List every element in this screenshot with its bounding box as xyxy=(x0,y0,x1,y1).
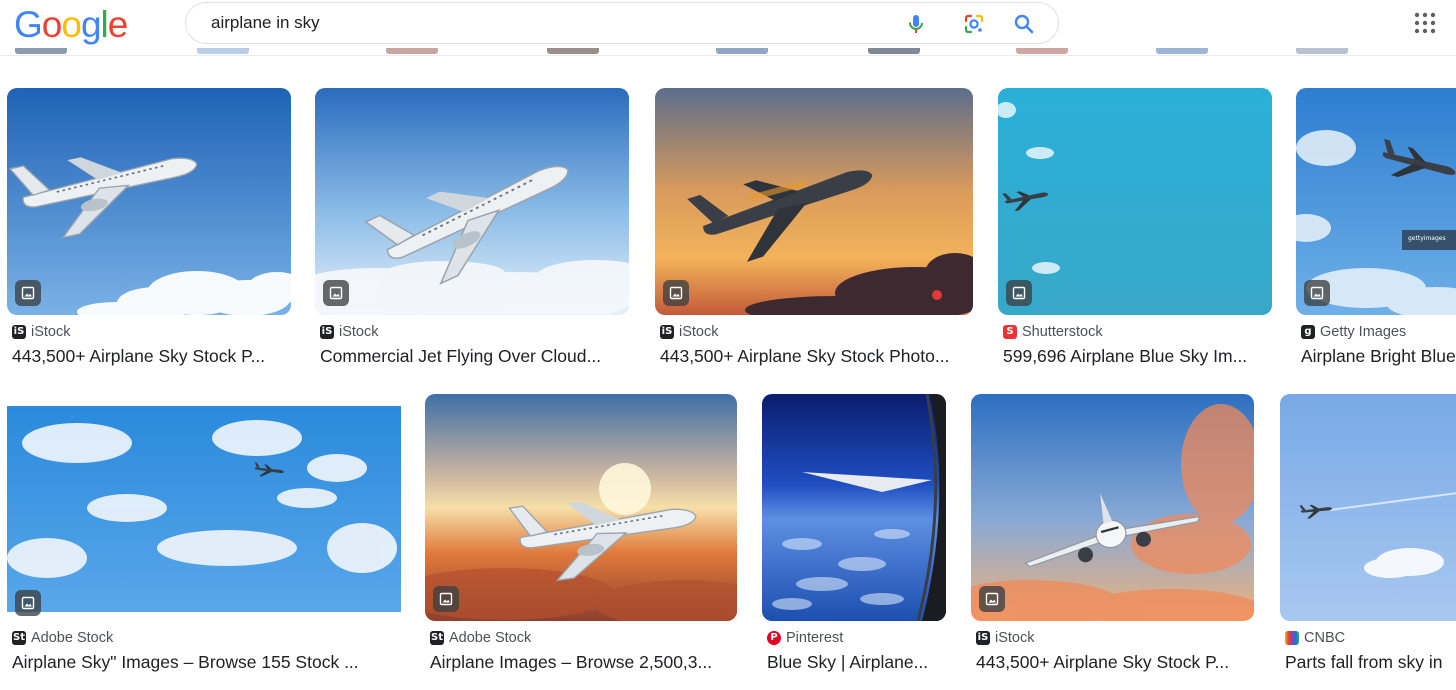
result-source[interactable]: iS iStock xyxy=(12,324,71,340)
image-type-icon xyxy=(663,280,689,306)
header: Google xyxy=(0,0,1456,56)
search-input[interactable] xyxy=(211,3,891,43)
image-thumbnail[interactable]: gettyimages xyxy=(1296,88,1456,315)
search-icon[interactable] xyxy=(1012,12,1036,36)
result-title[interactable]: Commercial Jet Flying Over Cloud... xyxy=(320,346,620,367)
image-result-card[interactable]: St Adobe Stock Airplane Sky" Images – Bro… xyxy=(7,394,401,684)
image-type-icon xyxy=(1304,280,1330,306)
result-source[interactable]: g Getty Images xyxy=(1301,324,1406,340)
image-type-icon xyxy=(323,280,349,306)
image-result-card[interactable]: iS iStock Commercial Jet Flying Over Clou… xyxy=(315,88,629,378)
image-result-card[interactable]: St Adobe Stock Airplane Images – Browse 2… xyxy=(425,394,737,684)
pinterest-favicon-icon: P xyxy=(767,631,781,645)
image-result-card[interactable]: gettyimages g Getty Images Airplane Brigh… xyxy=(1296,88,1456,378)
result-title[interactable]: 443,500+ Airplane Sky Stock Photo... xyxy=(660,346,968,367)
result-source[interactable]: iS iStock xyxy=(660,324,719,340)
airplane-window-view-photo xyxy=(762,394,946,621)
image-thumbnail[interactable] xyxy=(762,394,946,621)
airplane-sunset-photo xyxy=(655,88,973,315)
result-title[interactable]: Parts fall from sky in xyxy=(1285,652,1456,673)
header-divider xyxy=(0,55,1456,56)
airplane-takeoff-photo xyxy=(971,394,1254,621)
airplane-clouds-photo xyxy=(315,88,629,315)
istock-favicon-icon: iS xyxy=(320,325,334,339)
image-type-icon xyxy=(1006,280,1032,306)
getty-favicon-icon: g xyxy=(1301,325,1315,339)
image-result-card[interactable]: iS iStock 443,500+ Airplane Sky Stock P..… xyxy=(7,88,291,378)
google-logo[interactable]: Google xyxy=(14,4,128,46)
image-result-card[interactable]: S Shutterstock 599,696 Airplane Blue Sky … xyxy=(998,88,1272,378)
result-title[interactable]: Airplane Bright Blue xyxy=(1301,346,1456,367)
apps-grid-icon[interactable] xyxy=(1413,11,1437,35)
image-thumbnail[interactable] xyxy=(315,88,629,315)
image-result-card[interactable]: CNBC Parts fall from sky in xyxy=(1280,394,1456,684)
result-title[interactable]: Airplane Images – Browse 2,500,3... xyxy=(430,652,730,673)
result-source[interactable]: iS iStock xyxy=(976,630,1035,646)
image-type-icon xyxy=(15,280,41,306)
result-title[interactable]: Blue Sky | Airplane... xyxy=(767,652,945,673)
istock-favicon-icon: iS xyxy=(660,325,674,339)
search-box xyxy=(185,2,1059,44)
result-source[interactable]: St Adobe Stock xyxy=(12,630,113,646)
istock-favicon-icon: iS xyxy=(976,631,990,645)
result-title[interactable]: 443,500+ Airplane Sky Stock P... xyxy=(976,652,1251,673)
airplane-blue-sky-photo xyxy=(998,88,1272,315)
result-title[interactable]: 443,500+ Airplane Sky Stock P... xyxy=(12,346,290,367)
image-result-card[interactable]: iS iStock 443,500+ Airplane Sky Stock P..… xyxy=(971,394,1254,684)
image-type-icon xyxy=(15,590,41,616)
image-thumbnail[interactable] xyxy=(998,88,1272,315)
result-source[interactable]: iS iStock xyxy=(320,324,379,340)
image-thumbnail[interactable] xyxy=(7,88,291,315)
getty-watermark: gettyimages xyxy=(1408,235,1446,242)
image-result-card[interactable]: P Pinterest Blue Sky | Airplane... xyxy=(762,394,946,684)
image-type-icon xyxy=(979,586,1005,612)
result-source[interactable]: S Shutterstock xyxy=(1003,324,1103,340)
shutterstock-favicon-icon: S xyxy=(1003,325,1017,339)
result-source[interactable]: P Pinterest xyxy=(767,630,843,646)
image-thumbnail[interactable] xyxy=(1280,394,1456,621)
image-type-icon xyxy=(433,586,459,612)
image-thumbnail[interactable] xyxy=(655,88,973,315)
image-thumbnail[interactable] xyxy=(425,394,737,621)
adobe-stock-favicon-icon: St xyxy=(12,631,26,645)
lens-icon[interactable] xyxy=(962,12,986,36)
image-result-card[interactable]: iS iStock 443,500+ Airplane Sky Stock Pho… xyxy=(655,88,973,378)
result-title[interactable]: 599,696 Airplane Blue Sky Im... xyxy=(1003,346,1267,367)
result-title[interactable]: Airplane Sky" Images – Browse 155 Stock … xyxy=(12,652,390,673)
adobe-stock-favicon-icon: St xyxy=(430,631,444,645)
voice-search-icon[interactable] xyxy=(904,12,928,36)
airplane-light-sky-photo xyxy=(1280,394,1456,621)
result-source[interactable]: CNBC xyxy=(1285,630,1345,646)
istock-favicon-icon: iS xyxy=(12,325,26,339)
airplane-sky-photo xyxy=(7,88,291,315)
airplane-sunset-clouds-photo xyxy=(425,394,737,621)
cnbc-peacock-icon xyxy=(1285,631,1299,645)
result-source[interactable]: St Adobe Stock xyxy=(430,630,531,646)
airplane-clouds-sky-photo xyxy=(7,398,401,625)
image-thumbnail[interactable] xyxy=(971,394,1254,621)
image-thumbnail[interactable] xyxy=(7,398,401,625)
